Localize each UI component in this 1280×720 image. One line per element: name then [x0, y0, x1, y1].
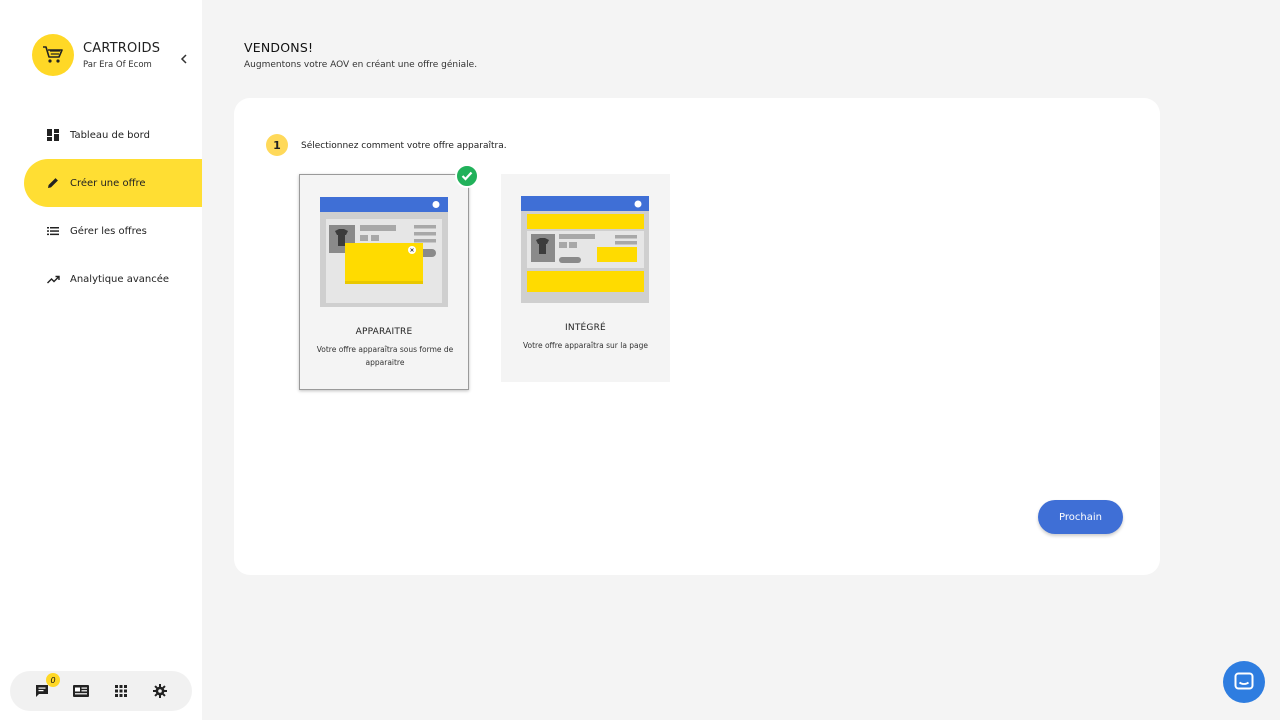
brand-title: CARTROIDS — [83, 40, 161, 56]
list-icon — [46, 224, 60, 238]
embedded-illustration — [521, 196, 649, 303]
cart-logo-icon — [32, 34, 74, 76]
apps-button[interactable] — [113, 683, 128, 699]
sidebar: CARTROIDS Par Era Of Ecom Tableau de bor… — [0, 0, 202, 720]
chat-icon — [35, 685, 48, 697]
sidebar-item-analytics[interactable]: Analytique avancée — [24, 255, 202, 303]
apps-grid-icon — [114, 685, 127, 697]
page-subtitle: Augmentons votre AOV en créant une offre… — [244, 60, 478, 70]
option-embedded-title: INTÉGRÉ — [565, 323, 606, 333]
support-chat-button[interactable] — [1223, 661, 1265, 703]
sidebar-item-dashboard[interactable]: Tableau de bord — [24, 111, 202, 159]
sidebar-nav: Tableau de bord Créer une offre Gérer le… — [24, 111, 202, 303]
next-button[interactable]: Prochain — [1038, 500, 1123, 534]
notification-badge: 0 — [46, 673, 60, 687]
sidebar-item-create-offer[interactable]: Créer une offre — [24, 159, 202, 207]
page-title: VENDONS! — [244, 40, 314, 55]
chat-button[interactable]: 0 — [34, 673, 60, 699]
sidebar-item-label: Analytique avancée — [70, 273, 170, 285]
trending-icon — [46, 272, 60, 286]
sidebar-item-label: Tableau de bord — [70, 129, 150, 141]
settings-icon — [153, 684, 168, 698]
dashboard-icon — [46, 128, 60, 142]
settings-button[interactable] — [153, 683, 168, 699]
brand-subtitle: Par Era Of Ecom — [83, 59, 152, 70]
chevron-left-icon — [180, 54, 187, 64]
sidebar-bottom-bar: 0 — [10, 671, 192, 711]
sidebar-item-manage-offers[interactable]: Gérer les offres — [24, 207, 202, 255]
pencil-icon — [46, 176, 60, 190]
news-icon — [73, 685, 90, 697]
step-instruction: Sélectionnez comment votre offre apparaî… — [301, 141, 507, 151]
chat-bubble-icon — [1234, 672, 1254, 690]
option-popup-description: Votre offre apparaîtra sous forme de app… — [316, 345, 454, 367]
option-popup[interactable]: APPARAITRE Votre offre apparaîtra sous f… — [299, 174, 469, 390]
selected-check-icon — [455, 164, 479, 188]
collapse-sidebar-button[interactable] — [176, 51, 192, 67]
sidebar-item-label: Créer une offre — [70, 177, 146, 189]
sidebar-item-label: Gérer les offres — [70, 225, 147, 237]
step-number-badge: 1 — [266, 134, 288, 156]
option-popup-title: APPARAITRE — [355, 327, 413, 337]
brand: CARTROIDS Par Era Of Ecom — [32, 34, 160, 76]
popup-illustration — [320, 197, 448, 307]
option-embedded-description: Votre offre apparaîtra sur la page — [522, 341, 649, 350]
news-button[interactable] — [73, 683, 90, 699]
option-embedded[interactable]: INTÉGRÉ Votre offre apparaîtra sur la pa… — [501, 174, 670, 382]
